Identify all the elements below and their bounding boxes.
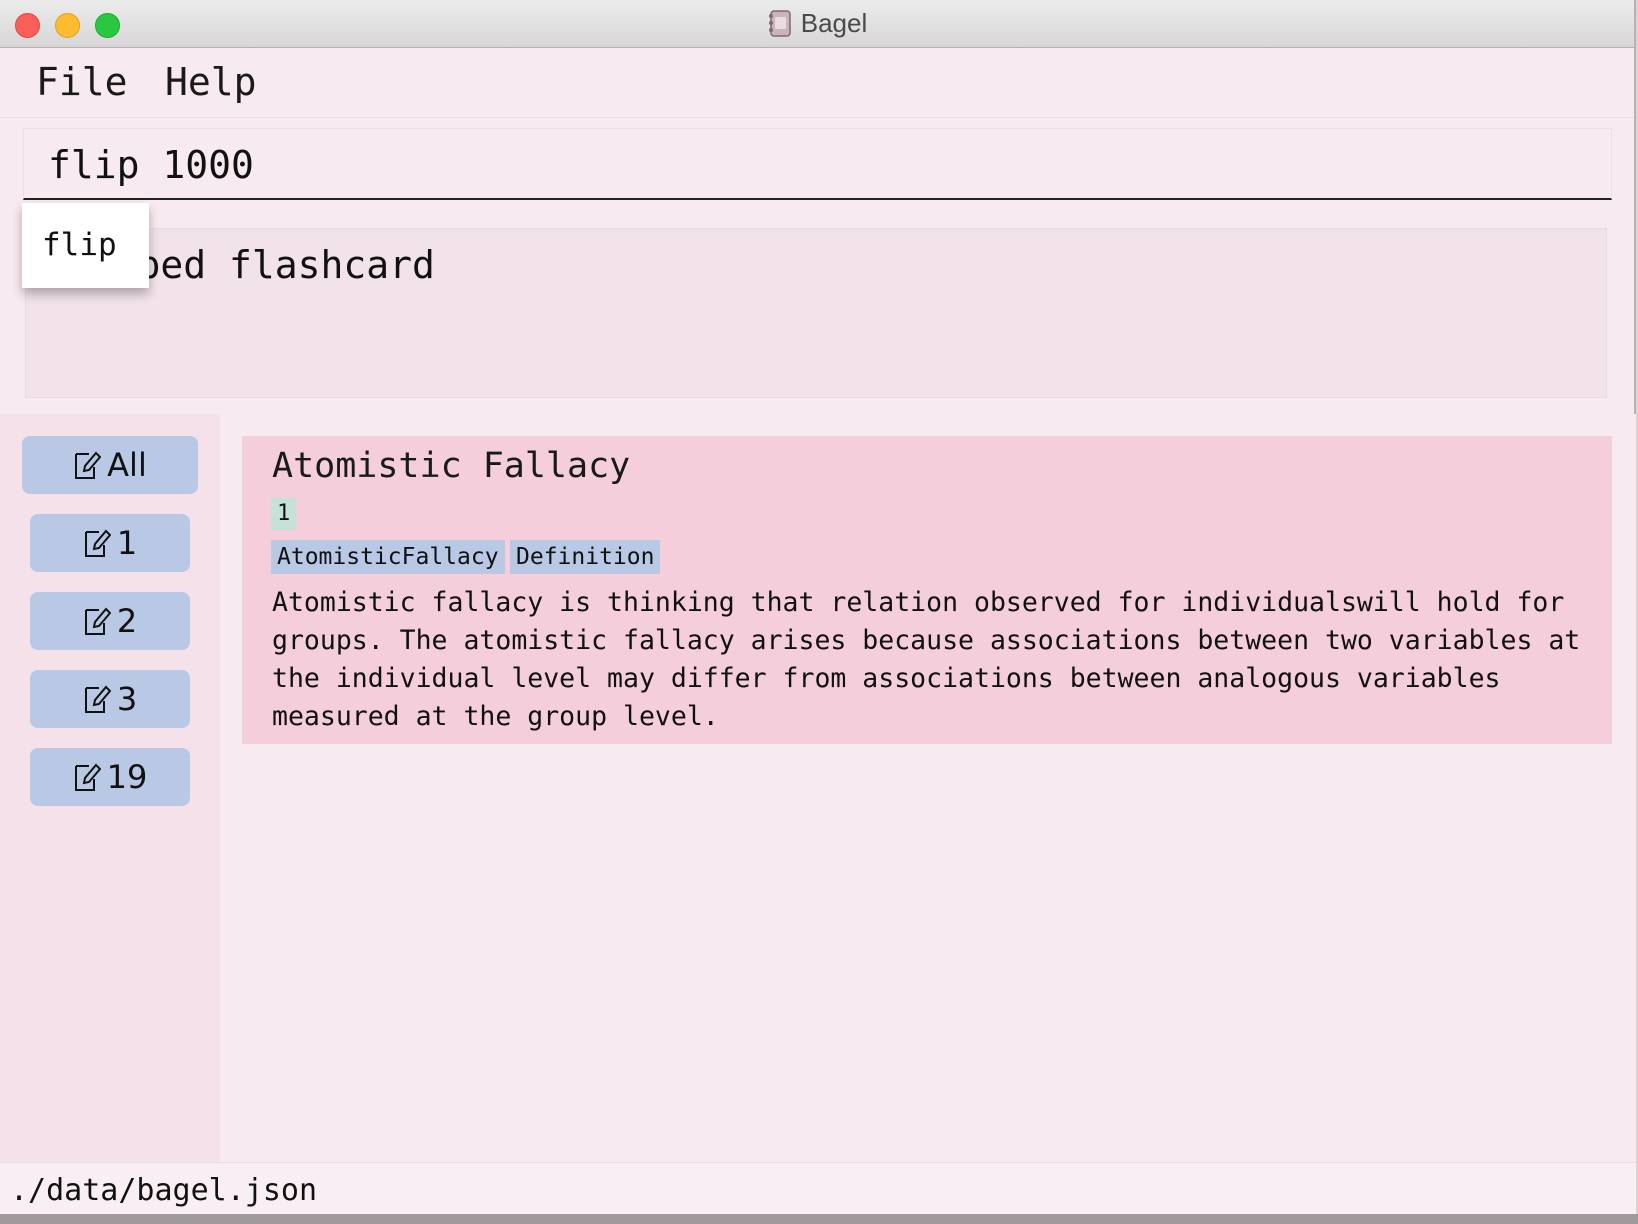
app-window: Bagel File Help flip 1000 Flipped flashc… — [0, 0, 1636, 1214]
sidebar-item-19[interactable]: 19 — [30, 748, 190, 806]
edit-icon — [84, 607, 111, 635]
edit-icon — [74, 763, 101, 791]
menu-bar: File Help — [0, 48, 1634, 118]
edit-icon — [84, 685, 111, 713]
sidebar-item-label: 2 — [116, 602, 138, 640]
window-title: Bagel — [800, 8, 868, 38]
flashcard-index-badge: 1 — [271, 498, 297, 530]
desktop-background — [0, 1214, 1638, 1224]
tag-atomistic-fallacy: AtomisticFallacy — [271, 540, 505, 574]
command-input[interactable]: flip 1000 — [23, 128, 1612, 200]
window-title-group: Bagel — [0, 8, 1634, 39]
result-display: Flipped flashcard — [25, 228, 1607, 398]
notebook-icon — [768, 10, 791, 37]
edit-icon — [84, 529, 111, 557]
sidebar-item-label: All — [107, 446, 147, 484]
status-bar: ./data/bagel.json — [0, 1162, 1636, 1214]
sidebar-item-3[interactable]: 3 — [30, 670, 190, 728]
sidebar-item-label: 1 — [116, 524, 138, 562]
menu-file[interactable]: File — [36, 60, 128, 104]
edit-icon — [75, 451, 102, 479]
flashcard-card[interactable]: Atomistic Fallacy 1 AtomisticFallacy Def… — [242, 436, 1612, 744]
sidebar-item-label: 19 — [106, 758, 148, 796]
title-bar[interactable]: Bagel — [0, 0, 1634, 48]
tag-definition: Definition — [510, 540, 661, 574]
flashcard-body: Atomistic fallacy is thinking that relat… — [272, 587, 1581, 732]
sidebar-item-all[interactable]: All — [22, 436, 198, 494]
sidebar-item-label: 3 — [116, 680, 138, 718]
sidebar-item-2[interactable]: 2 — [30, 592, 190, 650]
autocomplete-suggestion[interactable]: flip — [22, 203, 149, 288]
flashcard-title: Atomistic Fallacy — [272, 446, 631, 486]
menu-help[interactable]: Help — [165, 60, 257, 104]
command-input-value: flip 1000 — [48, 143, 254, 187]
sidebar-item-1[interactable]: 1 — [30, 514, 190, 572]
data-file-path: ./data/bagel.json — [10, 1173, 318, 1208]
